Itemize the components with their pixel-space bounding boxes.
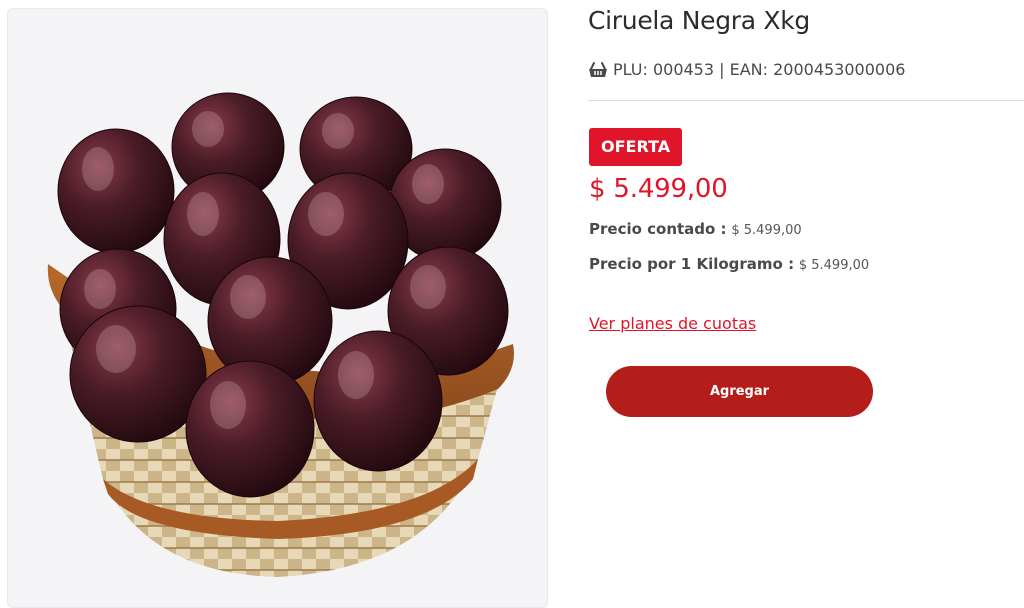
- plum-basket-image: [47, 92, 514, 577]
- unit-price-row: Precio por 1 Kilogramo : $ 5.499,00: [589, 255, 869, 273]
- product-title: Ciruela Negra Xkg: [588, 6, 810, 35]
- product-image: [7, 8, 548, 608]
- product-codes: PLU: 000453 | EAN: 2000453000006: [588, 60, 905, 79]
- installments-link[interactable]: Ver planes de cuotas: [589, 314, 756, 333]
- add-to-cart-button[interactable]: Agregar: [606, 366, 873, 417]
- basket-icon: [588, 61, 608, 79]
- product-price: $ 5.499,00: [589, 174, 728, 204]
- offer-badge: OFERTA: [589, 128, 683, 166]
- cash-price-row: Precio contado : $ 5.499,00: [589, 220, 802, 238]
- divider: [588, 100, 1024, 101]
- product-codes-text: PLU: 000453 | EAN: 2000453000006: [613, 60, 906, 79]
- unit-price-label: Precio por 1 Kilogramo :: [589, 255, 795, 273]
- cash-price-value: $ 5.499,00: [731, 223, 802, 238]
- cash-price-label: Precio contado :: [589, 220, 727, 238]
- unit-price-value: $ 5.499,00: [798, 258, 870, 273]
